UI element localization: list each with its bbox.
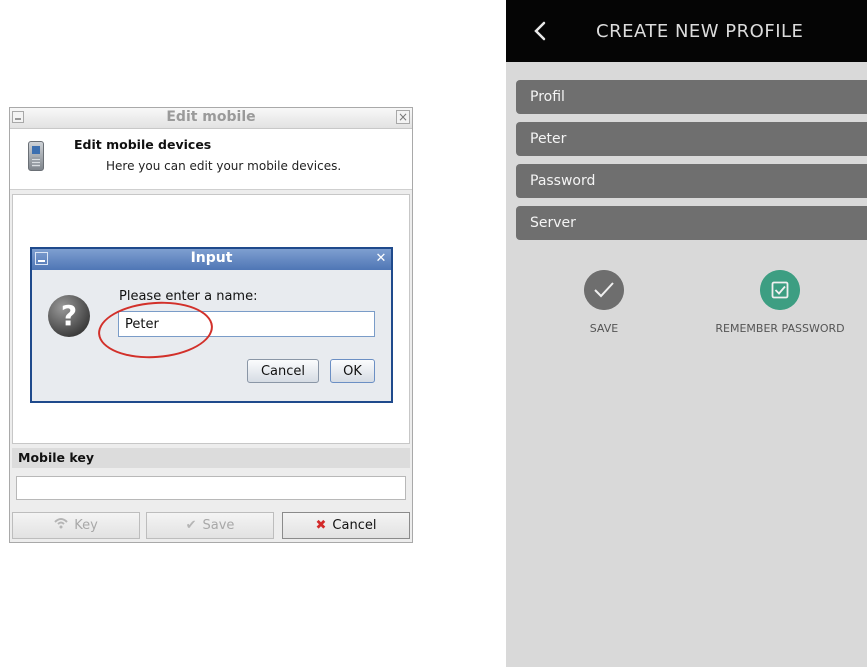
- key-button-label: Key: [74, 518, 98, 533]
- name-input[interactable]: [118, 311, 375, 337]
- edit-mobile-titlebar[interactable]: Edit mobile ×: [10, 108, 412, 129]
- cancel-window-button[interactable]: ✖ Cancel: [282, 512, 410, 539]
- name-prompt: Please enter a name:: [119, 289, 258, 304]
- password-field[interactable]: Password: [516, 164, 867, 198]
- save-label: SAVE: [589, 322, 619, 335]
- back-chevron-icon[interactable]: [530, 20, 552, 42]
- header-title: Edit mobile devices: [74, 137, 212, 152]
- input-dialog-titlebar[interactable]: Input ✕: [32, 249, 391, 270]
- name-field[interactable]: Peter: [516, 122, 867, 156]
- edit-mobile-title: Edit mobile: [166, 109, 256, 125]
- mobile-screen: CREATE NEW PROFILE Profil Peter Password…: [506, 0, 867, 667]
- input-dialog-title: Input: [190, 250, 233, 266]
- key-button[interactable]: Key: [12, 512, 140, 539]
- save-button[interactable]: ✔ Save: [146, 512, 274, 539]
- save-check-icon[interactable]: [584, 270, 624, 310]
- cancel-x-icon: ✖: [315, 518, 327, 533]
- edit-mobile-window: Edit mobile × Edit mobile devices Here y…: [9, 107, 413, 543]
- cancel-button[interactable]: Cancel: [247, 359, 319, 383]
- edit-mobile-header: Edit mobile devices Here you can edit yo…: [10, 129, 412, 190]
- input-dialog: Input ✕ ? Please enter a name: Cancel OK: [30, 247, 393, 403]
- ok-button[interactable]: OK: [330, 359, 375, 383]
- remember-checkbox-icon[interactable]: [760, 270, 800, 310]
- remember-password-label: REMEMBER PASSWORD: [715, 322, 845, 335]
- question-icon: ?: [48, 295, 90, 337]
- page-title: CREATE NEW PROFILE: [596, 21, 804, 42]
- close-icon[interactable]: ×: [396, 110, 410, 124]
- mobile-key-label: Mobile key: [12, 448, 410, 468]
- mobile-topbar: CREATE NEW PROFILE: [506, 0, 867, 62]
- checkmark-icon: ✔: [185, 518, 197, 533]
- close-icon[interactable]: ✕: [374, 252, 388, 266]
- mobile-phone-icon: [28, 141, 44, 171]
- cancel-window-button-label: Cancel: [332, 518, 377, 533]
- header-subtitle: Here you can edit your mobile devices.: [106, 159, 342, 173]
- profile-field[interactable]: Profil: [516, 80, 867, 114]
- save-button-label: Save: [202, 518, 235, 533]
- server-field[interactable]: Server: [516, 206, 867, 240]
- key-wifi-icon: [54, 513, 68, 538]
- mobile-key-input[interactable]: [16, 476, 406, 500]
